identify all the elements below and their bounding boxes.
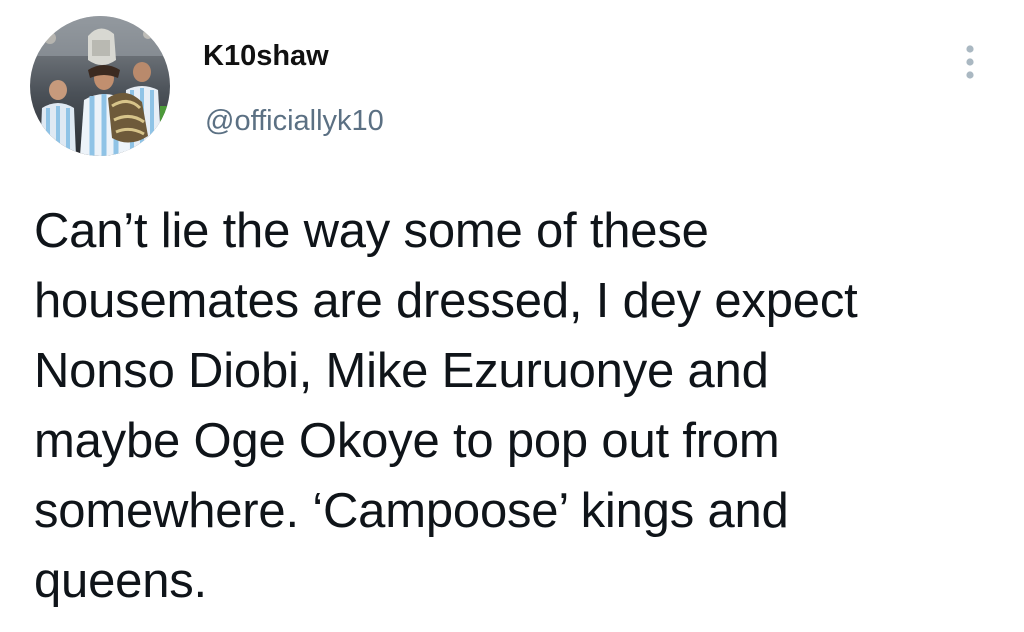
tweet-text-line: maybe Oge Okoye to pop out from xyxy=(34,414,780,468)
more-vertical-icon xyxy=(966,45,974,79)
tweet-text-line: housemates are dressed, I dey expect xyxy=(34,274,858,328)
display-name[interactable]: K10shaw xyxy=(203,38,329,74)
tweet-text: Can’t lie the way some of these housemat… xyxy=(34,196,1004,616)
tweet-text-line: somewhere. ‘Campoose’ kings and xyxy=(34,484,789,538)
tweet-card: K10shaw @officiallyk10 Can’t lie the way… xyxy=(0,0,1024,632)
more-options-button[interactable] xyxy=(952,40,988,84)
profile-photo-icon[interactable] xyxy=(30,16,170,156)
tweet-text-line: Nonso Diobi, Mike Ezuruonye and xyxy=(34,344,769,398)
avatar-image xyxy=(30,16,170,156)
user-handle[interactable]: @officiallyk10 xyxy=(205,103,384,139)
tweet-text-line: Can’t lie the way some of these xyxy=(34,204,709,258)
tweet-text-line: queens. xyxy=(34,554,207,608)
